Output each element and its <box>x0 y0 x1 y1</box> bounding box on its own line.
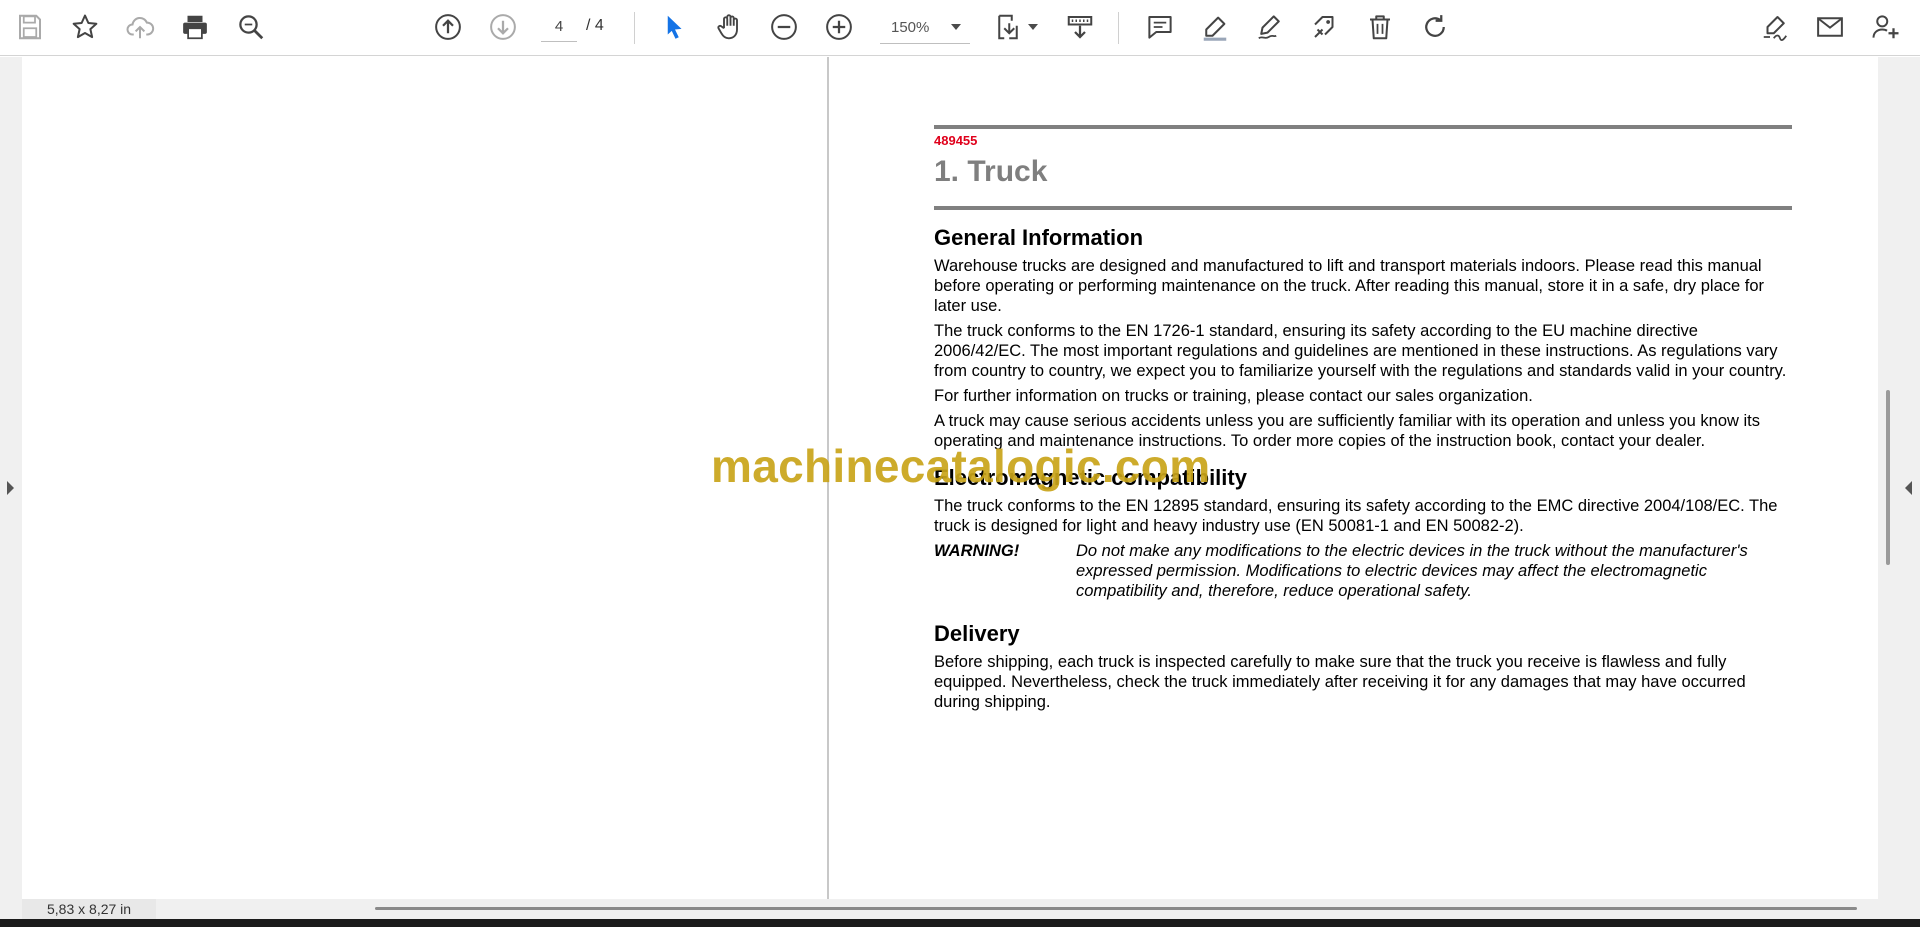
page-size-status: 5,83 x 8,27 in <box>22 899 156 919</box>
taskbar-edge <box>0 919 1920 927</box>
toolbar-divider <box>634 12 635 44</box>
page-down-icon[interactable] <box>485 9 521 45</box>
hand-tool-icon[interactable] <box>711 9 747 45</box>
scroll-mode-icon[interactable] <box>1062 9 1098 45</box>
document-content: 489455 1. Truck General Information Ware… <box>934 125 1792 712</box>
document-page-left <box>22 57 827 899</box>
zoom-value: 150% <box>891 19 930 36</box>
zoom-search-icon[interactable] <box>233 9 269 45</box>
toolbar: / 4 150% <box>0 0 1920 56</box>
toolbar-divider <box>1118 12 1119 44</box>
save-icon[interactable] <box>12 9 48 45</box>
paragraph: Warehouse trucks are designed and manufa… <box>934 257 1765 315</box>
page-number-input[interactable] <box>541 12 577 42</box>
page-up-icon[interactable] <box>430 9 466 45</box>
page-fit-icon[interactable] <box>990 9 1026 45</box>
select-cursor-icon[interactable] <box>656 9 692 45</box>
expand-left-pane-icon[interactable] <box>7 481 14 495</box>
page-total: / 4 <box>586 17 604 34</box>
right-pane-strip <box>1878 57 1920 919</box>
zoom-out-icon[interactable] <box>766 9 802 45</box>
header-rule <box>934 206 1792 210</box>
stamp-icon[interactable] <box>1307 9 1343 45</box>
document-title: 1. Truck <box>934 155 1048 188</box>
chevron-down-icon <box>951 24 961 30</box>
expand-right-pane-icon[interactable] <box>1905 481 1912 495</box>
paragraph: The truck conforms to the EN 12895 stand… <box>934 497 1778 535</box>
vertical-scrollbar[interactable] <box>1886 390 1890 565</box>
warning-label: WARNING! <box>934 542 1020 560</box>
paragraph: For further information on trucks or tra… <box>934 387 1533 405</box>
print-icon[interactable] <box>177 9 213 45</box>
comment-icon[interactable] <box>1142 9 1178 45</box>
horizontal-scrollbar[interactable] <box>375 907 1857 910</box>
watermark: machinecatalogic.com <box>711 440 1211 492</box>
highlight-pen-icon[interactable] <box>1197 9 1233 45</box>
warning-text: Do not make any modifications to the ele… <box>1076 542 1748 600</box>
section-heading: General Information <box>934 225 1144 250</box>
warning-note: WARNING! Do not make any modifications t… <box>934 541 1792 601</box>
chevron-down-icon[interactable] <box>1028 24 1038 30</box>
rotate-icon[interactable] <box>1417 9 1453 45</box>
header-rule <box>934 125 1792 129</box>
bookmark-star-icon[interactable] <box>67 9 103 45</box>
document-number: 489455 <box>934 133 978 148</box>
paragraph: The truck conforms to the EN 1726-1 stan… <box>934 322 1787 380</box>
paragraph: Before shipping, each truck is inspected… <box>934 653 1746 711</box>
zoom-in-icon[interactable] <box>821 9 857 45</box>
delete-icon[interactable] <box>1362 9 1398 45</box>
fill-sign-icon[interactable] <box>1757 9 1793 45</box>
draw-pen-icon[interactable] <box>1252 9 1288 45</box>
email-icon[interactable] <box>1812 9 1848 45</box>
add-user-icon[interactable] <box>1868 9 1904 45</box>
section-heading: Delivery <box>934 621 1020 646</box>
cloud-upload-icon[interactable] <box>122 9 158 45</box>
zoom-select[interactable]: 150% <box>880 12 970 44</box>
